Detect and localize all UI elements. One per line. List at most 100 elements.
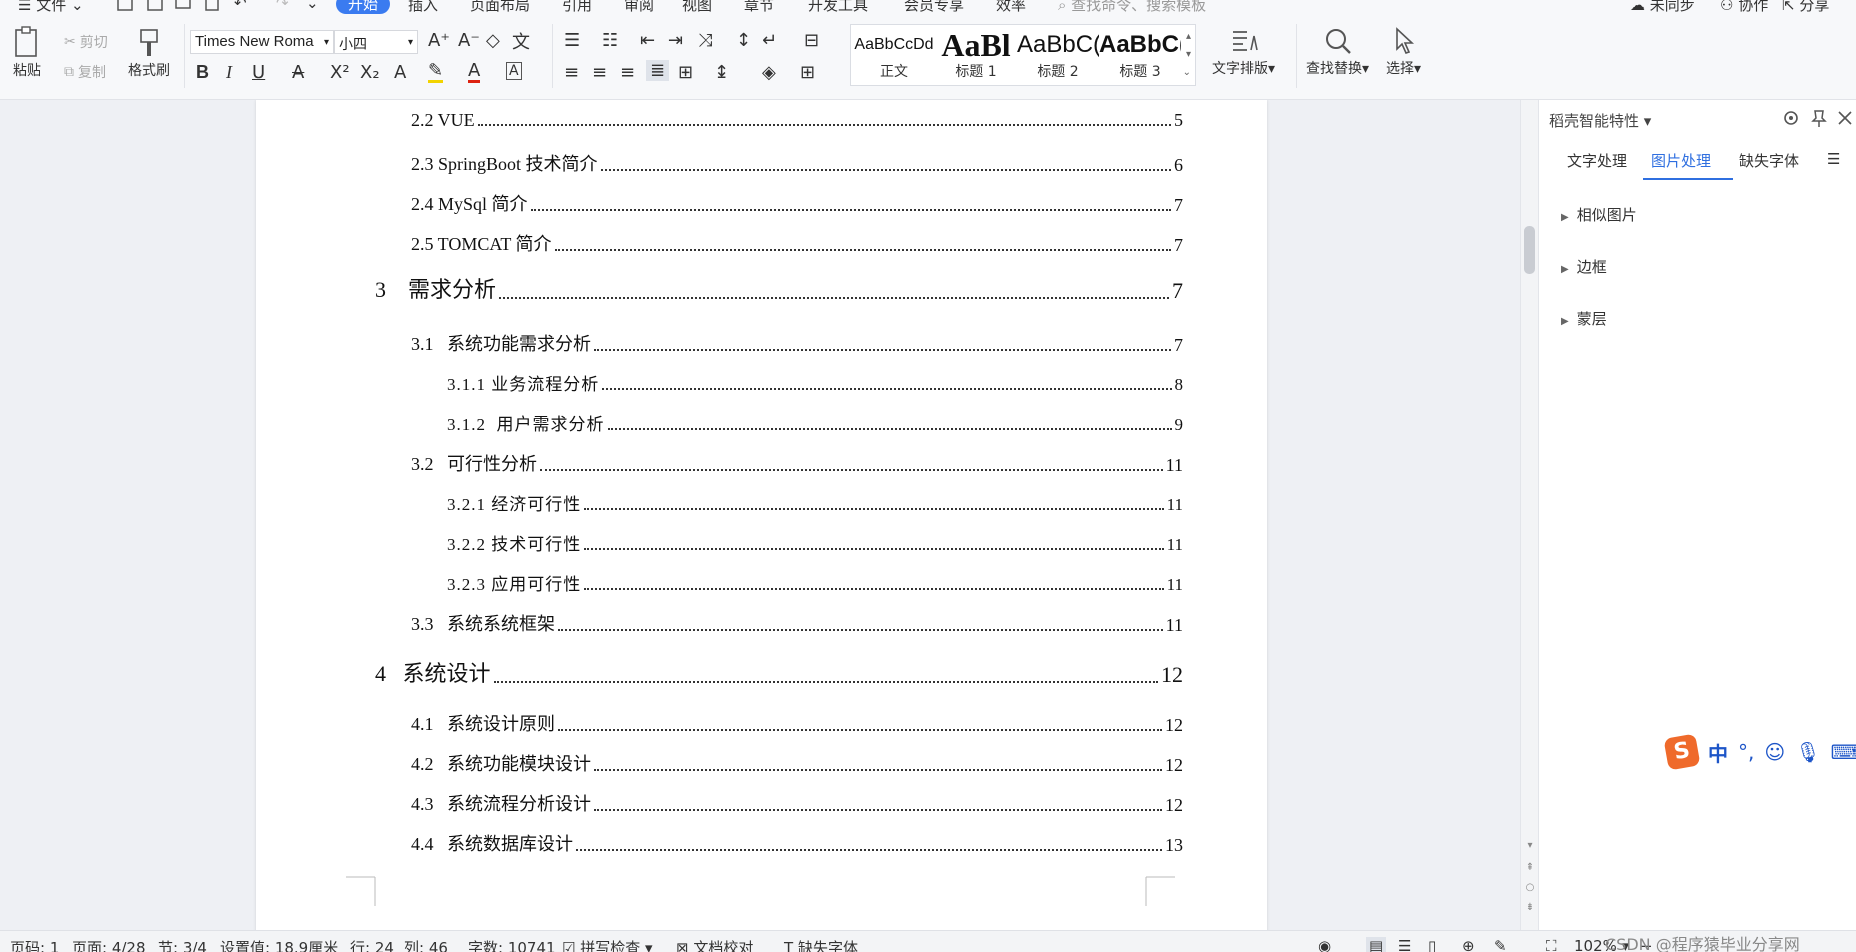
eye-protection-icon[interactable]: ◉	[1318, 937, 1331, 952]
spell-check-button[interactable]: ☑ 拼写检查 ▾	[562, 937, 653, 952]
chinese-mode-icon[interactable]: 中	[1708, 738, 1728, 767]
missing-font-button[interactable]: T 缺失字体	[784, 937, 858, 952]
save-as-icon[interactable]	[146, 0, 164, 12]
italic-icon[interactable]: I	[226, 62, 232, 83]
tab-page-layout[interactable]: 页面布局	[470, 0, 530, 14]
reading-view-icon[interactable]: ▯	[1428, 937, 1436, 952]
font-name-select[interactable]: Times New Roma ▾	[190, 30, 334, 54]
scroll-thumb[interactable]	[1524, 226, 1535, 274]
sogou-logo-icon[interactable]: S	[1663, 733, 1701, 771]
doc-proof-button[interactable]: ⊠ 文档校对	[676, 937, 753, 952]
select-button[interactable]: 选择▾	[1386, 26, 1421, 78]
section-similar-images[interactable]: ▶ 相似图片	[1561, 204, 1637, 225]
tab-developer[interactable]: 开发工具	[808, 0, 868, 14]
print-preview-icon[interactable]	[204, 0, 222, 12]
align-left-icon[interactable]: ≡	[564, 62, 579, 83]
share-button[interactable]: ⇱ 分享	[1782, 0, 1829, 14]
fit-width-icon[interactable]: ⛶	[1546, 937, 1557, 952]
toc-entry[interactable]: 2.4 MySql 简介 7	[411, 190, 1183, 216]
sync-status[interactable]: ☁ 未同步	[1630, 0, 1695, 14]
save-icon[interactable]	[116, 0, 134, 12]
collab-button[interactable]: ⚇ 协作	[1720, 0, 1768, 14]
tab-view[interactable]: 视图	[682, 0, 712, 14]
toc-entry[interactable]: 3.1.1 业务流程分析 8	[447, 370, 1183, 395]
ime-toolbar[interactable]: S 中 °, ☺ 🎙 ⌨ 👤	[1663, 733, 1856, 771]
bullet-list-icon[interactable]: ☰	[564, 30, 580, 51]
char-border-icon[interactable]: A	[506, 62, 522, 80]
status-page[interactable]: 页面: 4/28	[72, 937, 146, 952]
toc-entry[interactable]: 4 系统设计 12	[375, 656, 1183, 688]
highlight-icon[interactable]: ✎	[428, 62, 444, 83]
tab-efficiency[interactable]: 效率	[996, 0, 1026, 14]
toc-entry[interactable]: 3.2 可行性分析 11	[411, 450, 1183, 476]
shading-icon[interactable]: ◈	[762, 62, 776, 83]
outline-view-icon[interactable]: ☰	[1398, 937, 1411, 952]
page-view-icon[interactable]: ▤	[1366, 937, 1387, 952]
style-heading-3[interactable]: AaBbC( 标题 3	[1099, 25, 1181, 85]
style-heading-1[interactable]: AaBl 标题 1	[935, 25, 1017, 85]
scroll-down-icon[interactable]: ▾	[1524, 840, 1536, 851]
toc-entry[interactable]: 2.2 VUE 5	[411, 110, 1183, 131]
toc-entry[interactable]: 3.1.2 用户需求分析 9	[447, 410, 1183, 435]
tab-references[interactable]: 引用	[562, 0, 592, 14]
redo-icon[interactable]: ↷	[276, 0, 289, 12]
style-normal[interactable]: AaBbCcDd 正文	[853, 25, 935, 85]
sort-icon[interactable]: ↕	[736, 30, 751, 51]
gallery-down-icon[interactable]: ▾	[1186, 49, 1191, 60]
select-browse-icon[interactable]: ○	[1524, 882, 1536, 893]
tab-member[interactable]: 会员专享	[904, 0, 964, 14]
panel-tab-image[interactable]: 图片处理	[1651, 150, 1711, 171]
copy-button[interactable]: ⧉ 复制	[64, 62, 106, 82]
tab-review[interactable]: 审阅	[624, 0, 654, 14]
status-setting[interactable]: 设置值: 18.9厘米	[220, 937, 338, 952]
status-row[interactable]: 行: 24	[350, 937, 394, 952]
underline-icon[interactable]: U	[252, 62, 265, 83]
gear-icon[interactable]	[1781, 108, 1801, 128]
toc-entry[interactable]: 2.3 SpringBoot 技术简介 6	[411, 150, 1183, 176]
undo-icon[interactable]: ↶	[234, 0, 247, 12]
styles-gallery[interactable]: AaBbCcDd 正文 AaBl 标题 1 AaBbC( 标题 2 AaBbC(…	[850, 24, 1196, 86]
toc-entry[interactable]: 3 需求分析 7	[375, 272, 1183, 304]
document-canvas[interactable]: 2.2 VUE 5 2.3 SpringBoot 技术简介 6 2.4 MySql …	[0, 100, 1520, 930]
panel-tab-missing-font[interactable]: 缺失字体	[1739, 150, 1799, 171]
chinese-layout-icon[interactable]: ⤨	[698, 30, 712, 51]
increase-indent-icon[interactable]: ⇥	[668, 30, 683, 51]
text-layout-button[interactable]: 文字排版▾	[1212, 26, 1275, 78]
prev-page-icon[interactable]: ⇞	[1524, 862, 1536, 873]
subscript-icon[interactable]: X₂	[360, 62, 380, 83]
justify-icon[interactable]: ≣	[646, 60, 670, 81]
status-col[interactable]: 列: 46	[404, 937, 448, 952]
web-view-icon[interactable]: ⊕	[1462, 937, 1475, 952]
gallery-expand-icon[interactable]: ⌄	[1183, 67, 1191, 78]
superscript-icon[interactable]: X²	[330, 62, 350, 83]
tab-stops-icon[interactable]: ⊟	[804, 30, 819, 51]
toc-entry[interactable]: 3.1 系统功能需求分析 7	[411, 330, 1183, 356]
bold-icon[interactable]: B	[196, 62, 209, 83]
toc-entry[interactable]: 3.2.3 应用可行性 11	[447, 570, 1183, 595]
close-icon[interactable]	[1835, 108, 1855, 128]
print-icon[interactable]	[174, 0, 192, 12]
toc-entry[interactable]: 3.2.1 经济可行性 11	[447, 490, 1183, 515]
toc-entry[interactable]: 4.2 系统功能模块设计 12	[411, 750, 1183, 776]
panel-tab-text[interactable]: 文字处理	[1567, 150, 1627, 171]
clear-format-icon[interactable]: ◇	[486, 30, 500, 51]
show-marks-icon[interactable]: ↵	[762, 30, 777, 51]
tab-home[interactable]: 开始	[336, 0, 391, 14]
toc-entry[interactable]: 4.1 系统设计原则 12	[411, 710, 1183, 736]
format-painter-button[interactable]: 格式刷	[128, 26, 170, 80]
section-mask[interactable]: ▶ 蒙层	[1561, 308, 1607, 329]
toc-entry[interactable]: 4.3 系统流程分析设计 12	[411, 790, 1183, 816]
status-section[interactable]: 节: 3/4	[158, 937, 207, 952]
strikethrough-icon[interactable]: A	[292, 62, 304, 83]
text-effect-icon[interactable]: A	[394, 62, 406, 83]
quick-access-more-icon[interactable]: ⌄	[306, 0, 319, 12]
punctuation-icon[interactable]: °,	[1738, 740, 1754, 764]
command-search[interactable]: ⌕ 查找命令、搜索模板	[1058, 0, 1206, 14]
toc-entry[interactable]: 2.5 TOMCAT 简介 7	[411, 230, 1183, 256]
keyboard-icon[interactable]: ⌨	[1831, 740, 1856, 764]
write-mode-icon[interactable]: ✎	[1494, 937, 1507, 952]
cut-button[interactable]: ✂ 剪切	[64, 32, 108, 52]
next-page-icon[interactable]: ⇟	[1524, 902, 1536, 913]
panel-menu-icon[interactable]: ☰	[1827, 150, 1840, 168]
borders-icon[interactable]: ⊞	[800, 62, 815, 83]
